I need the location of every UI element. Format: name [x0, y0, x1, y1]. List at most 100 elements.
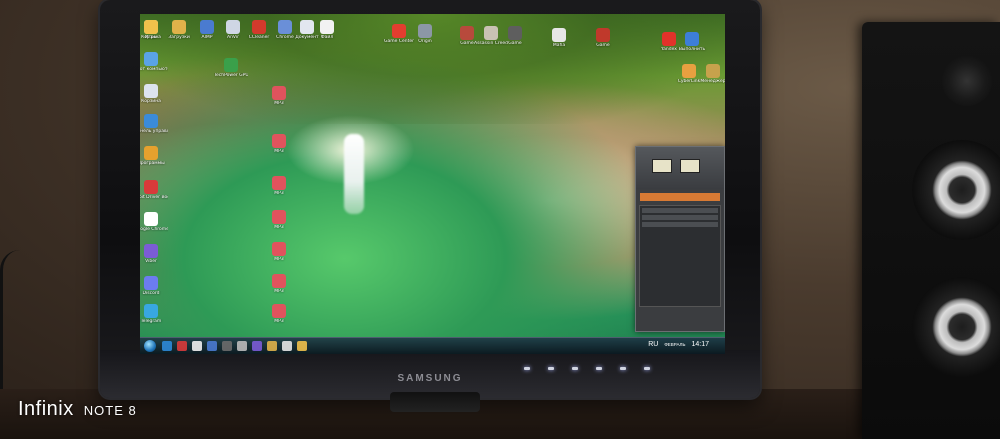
monitor-button: [620, 367, 626, 370]
desktop-icon-mid[interactable]: TechPower GPU-Z: [214, 58, 248, 78]
desktop-icon-right[interactable]: Выполнить: [675, 32, 709, 52]
taskbar-app-icon[interactable]: [207, 341, 217, 351]
player-playlist[interactable]: [639, 205, 721, 307]
desktop-icon-label: MP3: [274, 101, 284, 106]
desktop-icon-left[interactable]: IObit Driver Booster: [140, 180, 168, 200]
taskbar-items: [162, 341, 307, 351]
desktop-icon-label: Game: [508, 41, 522, 46]
desktop-icon-right[interactable]: Менеджер: [696, 64, 725, 84]
speaker-woofer-top: [912, 140, 1000, 240]
desktop-icon-mid[interactable]: MP3: [262, 210, 296, 230]
desktop-icon-mid[interactable]: MP3: [262, 304, 296, 324]
desktop-icon-top[interactable]: Game: [586, 28, 620, 48]
desktop-icon-left[interactable]: Корзина: [140, 84, 168, 104]
monitor-stand: [390, 392, 480, 412]
start-button[interactable]: [144, 340, 156, 352]
playlist-row[interactable]: [642, 215, 718, 220]
desktop-icon-label: MP3: [274, 225, 284, 230]
taskbar-app-icon[interactable]: [252, 341, 262, 351]
app-icon: [552, 28, 566, 42]
desktop-icon-mid[interactable]: MP3: [262, 134, 296, 154]
desktop-icon-label: Менеджер: [700, 79, 725, 84]
desktop-icon-label: IObit Driver Booster: [140, 195, 168, 200]
desktop-icon-label: MP3: [274, 289, 284, 294]
desktop-icon-mid[interactable]: MP3: [262, 86, 296, 106]
app-icon: [144, 84, 158, 98]
desktop-icon-mid[interactable]: MP3: [262, 242, 296, 262]
desktop-icon-mid[interactable]: MP3: [262, 176, 296, 196]
monitor-button: [524, 367, 530, 370]
desktop-icon-left[interactable]: Этот компьютер: [140, 52, 168, 72]
desktop-icon-top[interactable]: Game: [498, 26, 532, 46]
player-progress[interactable]: [640, 193, 720, 201]
app-icon: [662, 32, 676, 46]
taskbar-app-icon[interactable]: [297, 341, 307, 351]
app-icon: [272, 86, 286, 100]
watermark-brand: Infinix: [18, 398, 74, 420]
app-icon: [224, 58, 238, 72]
taskbar-app-icon[interactable]: [282, 341, 292, 351]
taskbar-app-icon[interactable]: [237, 341, 247, 351]
desktop-icon-left[interactable]: Программы: [140, 146, 168, 166]
app-icon: [144, 244, 158, 258]
desktop-icon-left[interactable]: Viber: [140, 244, 168, 264]
app-icon: [460, 26, 474, 40]
taskbar-app-icon[interactable]: [177, 341, 187, 351]
desktop-icon-label: Telegram: [140, 319, 162, 324]
monitor-button: [572, 367, 578, 370]
app-icon: [144, 212, 158, 226]
wallpaper-waterfall: [344, 134, 364, 214]
app-icon: [596, 28, 610, 42]
monitor-buttons: [524, 367, 650, 370]
playlist-row[interactable]: [642, 222, 718, 227]
playlist-row[interactable]: [642, 208, 718, 213]
desktop-icon-top[interactable]: Origin: [408, 24, 442, 44]
monitor-button: [548, 367, 554, 370]
desktop-icon-label: Google Chrome: [140, 227, 168, 232]
app-icon: [706, 64, 720, 78]
desktop-icon-label: TechPower GPU-Z: [214, 73, 248, 78]
app-icon: [272, 134, 286, 148]
app-icon: [392, 24, 406, 38]
desktop-icon-label: Этот компьютер: [140, 67, 168, 72]
player-header: [636, 147, 724, 189]
desktop-icon-left[interactable]: Панель управления: [140, 114, 168, 134]
desktop-screen: КорзинаЭтот компьютерКорзинаПанель управ…: [140, 14, 725, 354]
tray-clock[interactable]: 14:17: [691, 341, 709, 348]
taskbar-app-icon[interactable]: [222, 341, 232, 351]
desktop-icon-label: MP3: [274, 149, 284, 154]
app-icon: [144, 304, 158, 318]
app-icon: [144, 180, 158, 194]
desktop-icon-left[interactable]: Google Chrome: [140, 212, 168, 232]
taskbar-app-icon[interactable]: [162, 341, 172, 351]
taskbar-app-icon[interactable]: [192, 341, 202, 351]
speaker-tweeter: [942, 56, 992, 106]
vu-meter-right: [680, 159, 700, 173]
app-icon: [144, 114, 158, 128]
tray-date: ФЕВРАЛЬ: [664, 342, 686, 347]
desktop-icon-mid[interactable]: MP3: [262, 274, 296, 294]
desktop-icon-top[interactable]: Mafia: [542, 28, 576, 48]
app-icon: [682, 64, 696, 78]
desktop-icon-label: MP3: [274, 319, 284, 324]
desktop-icon-top[interactable]: Файл: [310, 20, 344, 40]
language-indicator[interactable]: RU: [648, 341, 658, 348]
system-tray: RU ФЕВРАЛЬ 14:17: [648, 341, 709, 348]
desktop-icon-left[interactable]: Telegram: [140, 304, 168, 324]
audio-player-window[interactable]: [635, 146, 725, 332]
app-icon: [272, 242, 286, 256]
watermark-model: NOTE 8: [83, 403, 137, 418]
desktop-icon-label: Origin: [418, 39, 432, 44]
app-icon: [144, 276, 158, 290]
app-icon: [272, 210, 286, 224]
speaker-woofer-bottom: [912, 277, 1000, 377]
desktop-icon-left[interactable]: Discord: [140, 276, 168, 296]
app-icon: [226, 20, 240, 34]
desktop-icon-label: Корзина: [141, 99, 161, 104]
app-icon: [200, 20, 214, 34]
app-icon: [685, 32, 699, 46]
taskbar: RU ФЕВРАЛЬ 14:17: [140, 337, 725, 354]
app-icon: [252, 20, 266, 34]
desktop-icon-label: Файл: [320, 35, 334, 40]
taskbar-app-icon[interactable]: [267, 341, 277, 351]
